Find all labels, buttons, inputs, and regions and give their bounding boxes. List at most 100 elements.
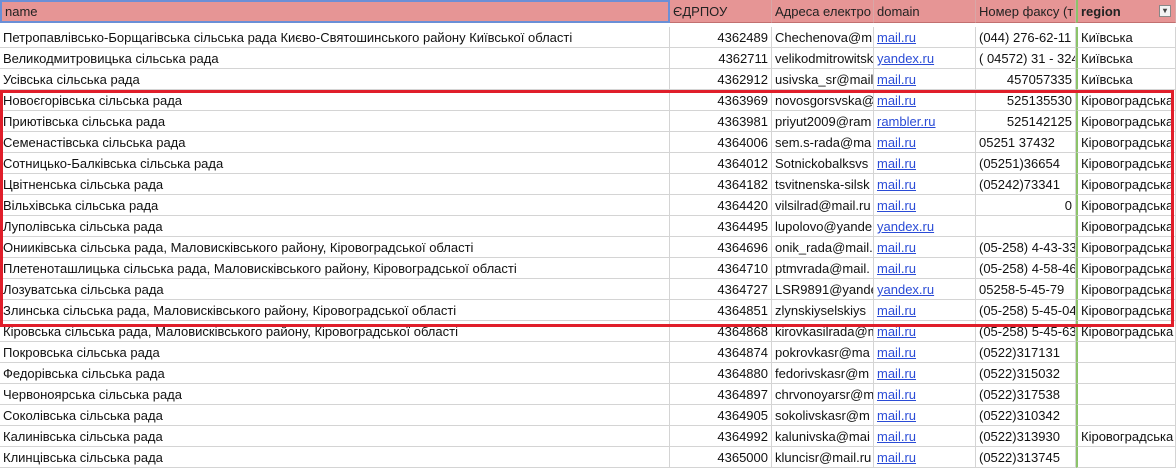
- name-cell[interactable]: Петропавлівсько-Борщагівська сільська ра…: [0, 27, 670, 48]
- edrpou-cell[interactable]: 4364905: [670, 405, 772, 426]
- header-edrpou[interactable]: ЄДРПОУ: [670, 0, 772, 23]
- domain-link[interactable]: mail.ru: [877, 261, 916, 276]
- fax-cell[interactable]: 525135530: [976, 90, 1076, 111]
- email-cell[interactable]: pokrovkasr@ma: [772, 342, 874, 363]
- fax-cell[interactable]: (0522)315032: [976, 363, 1076, 384]
- domain-cell[interactable]: mail.ru: [874, 153, 976, 174]
- edrpou-cell[interactable]: 4364851: [670, 300, 772, 321]
- domain-cell[interactable]: mail.ru: [874, 258, 976, 279]
- fax-cell[interactable]: (0522)317131: [976, 342, 1076, 363]
- email-cell[interactable]: Chechenova@m: [772, 27, 874, 48]
- region-cell[interactable]: Кіровоградська: [1076, 321, 1176, 342]
- name-cell[interactable]: Вільхівська сільська рада: [0, 195, 670, 216]
- email-cell[interactable]: onik_rada@mail.: [772, 237, 874, 258]
- domain-cell[interactable]: mail.ru: [874, 300, 976, 321]
- fax-cell[interactable]: (044) 276-62-11: [976, 27, 1076, 48]
- table-row[interactable]: Калинівська сільська рада 4364992 kalunivs…: [0, 426, 1176, 447]
- fax-cell[interactable]: 05258-5-45-79: [976, 279, 1076, 300]
- edrpou-cell[interactable]: 4365000: [670, 447, 772, 468]
- table-row[interactable]: Новоєгорівська сільська рада 4363969 novos…: [0, 90, 1176, 111]
- fax-cell[interactable]: (05251)36654: [976, 153, 1076, 174]
- domain-link[interactable]: yandex.ru: [877, 282, 934, 297]
- email-cell[interactable]: LSR9891@yande: [772, 279, 874, 300]
- domain-cell[interactable]: yandex.ru: [874, 48, 976, 69]
- edrpou-cell[interactable]: 4363981: [670, 111, 772, 132]
- table-row[interactable]: Семенастівська сільська рада 4364006 sem.s…: [0, 132, 1176, 153]
- domain-link[interactable]: mail.ru: [877, 324, 916, 339]
- email-cell[interactable]: novosgorsvska@: [772, 90, 874, 111]
- name-cell[interactable]: Кіровська сільська рада, Маловисківськог…: [0, 321, 670, 342]
- domain-cell[interactable]: mail.ru: [874, 384, 976, 405]
- region-cell[interactable]: [1076, 384, 1176, 405]
- fax-cell[interactable]: [976, 216, 1076, 237]
- table-row[interactable]: Лозуватська сільська рада 4364727 LSR9891@…: [0, 279, 1176, 300]
- name-cell[interactable]: Покровська сільська рада: [0, 342, 670, 363]
- region-cell[interactable]: Кіровоградська: [1076, 195, 1176, 216]
- email-cell[interactable]: velikodmitrowitsk: [772, 48, 874, 69]
- email-cell[interactable]: sokolivskasr@m: [772, 405, 874, 426]
- fax-cell[interactable]: (0522)310342: [976, 405, 1076, 426]
- region-cell[interactable]: Кіровоградська: [1076, 237, 1176, 258]
- email-cell[interactable]: fedorivskasr@m: [772, 363, 874, 384]
- domain-link[interactable]: rambler.ru: [877, 114, 936, 129]
- edrpou-cell[interactable]: 4364992: [670, 426, 772, 447]
- domain-cell[interactable]: mail.ru: [874, 447, 976, 468]
- table-row[interactable]: Петропавлівсько-Борщагівська сільська ра…: [0, 27, 1176, 48]
- region-cell[interactable]: Київська: [1076, 48, 1176, 69]
- domain-cell[interactable]: mail.ru: [874, 321, 976, 342]
- table-row[interactable]: Цвітненська сільська рада 4364182 tsvitnen…: [0, 174, 1176, 195]
- region-cell[interactable]: Київська: [1076, 27, 1176, 48]
- domain-cell[interactable]: yandex.ru: [874, 216, 976, 237]
- name-cell[interactable]: Федорівська сільська рада: [0, 363, 670, 384]
- region-cell[interactable]: [1076, 405, 1176, 426]
- table-row[interactable]: Клинцівська сільська рада 4365000 kluncisr…: [0, 447, 1176, 468]
- region-cell[interactable]: Кіровоградська: [1076, 279, 1176, 300]
- domain-link[interactable]: mail.ru: [877, 345, 916, 360]
- domain-cell[interactable]: yandex.ru: [874, 279, 976, 300]
- name-cell[interactable]: Великодмитровицька сільська рада: [0, 48, 670, 69]
- fax-cell[interactable]: (0522)317538: [976, 384, 1076, 405]
- edrpou-cell[interactable]: 4362489: [670, 27, 772, 48]
- email-cell[interactable]: kalunivska@mai: [772, 426, 874, 447]
- email-cell[interactable]: priyut2009@ram: [772, 111, 874, 132]
- email-cell[interactable]: kirovkasilrada@m: [772, 321, 874, 342]
- fax-cell[interactable]: (05-258) 4-58-46: [976, 258, 1076, 279]
- domain-link[interactable]: mail.ru: [877, 387, 916, 402]
- region-cell[interactable]: Київська: [1076, 69, 1176, 90]
- region-cell[interactable]: Кіровоградська: [1076, 426, 1176, 447]
- name-cell[interactable]: Приютівська сільська рада: [0, 111, 670, 132]
- table-row[interactable]: Луполівська сільська рада 4364495 lupolovo…: [0, 216, 1176, 237]
- domain-link[interactable]: mail.ru: [877, 450, 916, 465]
- table-row[interactable]: Плетенoташлицька сільська рада, Маловиск…: [0, 258, 1176, 279]
- domain-cell[interactable]: rambler.ru: [874, 111, 976, 132]
- region-cell[interactable]: Кіровоградська: [1076, 111, 1176, 132]
- region-cell[interactable]: [1076, 363, 1176, 384]
- domain-cell[interactable]: mail.ru: [874, 237, 976, 258]
- edrpou-cell[interactable]: 4364495: [670, 216, 772, 237]
- table-row[interactable]: Вільхівська сільська рада 4364420 vilsilra…: [0, 195, 1176, 216]
- header-email[interactable]: Адреса електро: [772, 0, 874, 23]
- table-row[interactable]: Великодмитровицька сільська рада 4362711 v…: [0, 48, 1176, 69]
- header-fax[interactable]: Номер факсу (т: [976, 0, 1076, 23]
- edrpou-cell[interactable]: 4364880: [670, 363, 772, 384]
- region-cell[interactable]: Кіровоградська: [1076, 258, 1176, 279]
- edrpou-cell[interactable]: 4364874: [670, 342, 772, 363]
- edrpou-cell[interactable]: 4364420: [670, 195, 772, 216]
- name-cell[interactable]: Соколівська сільська рада: [0, 405, 670, 426]
- table-row[interactable]: Усівська сільська рада 4362912 usivska_sr@…: [0, 69, 1176, 90]
- edrpou-cell[interactable]: 4364012: [670, 153, 772, 174]
- domain-cell[interactable]: mail.ru: [874, 132, 976, 153]
- fax-cell[interactable]: 05251 37432: [976, 132, 1076, 153]
- region-cell[interactable]: Кіровоградська: [1076, 132, 1176, 153]
- domain-link[interactable]: mail.ru: [877, 240, 916, 255]
- domain-link[interactable]: mail.ru: [877, 303, 916, 318]
- table-row[interactable]: Кіровська сільська рада, Маловисківськог…: [0, 321, 1176, 342]
- name-cell[interactable]: Новоєгорівська сільська рада: [0, 90, 670, 111]
- fax-cell[interactable]: 525142125: [976, 111, 1076, 132]
- table-row[interactable]: Червоноярська сільська рада 4364897 chrvon…: [0, 384, 1176, 405]
- email-cell[interactable]: sem.s-rada@ma: [772, 132, 874, 153]
- table-row[interactable]: Федорівська сільська рада 4364880 fedorivs…: [0, 363, 1176, 384]
- domain-link[interactable]: mail.ru: [877, 135, 916, 150]
- domain-link[interactable]: mail.ru: [877, 429, 916, 444]
- name-cell[interactable]: Клинцівська сільська рада: [0, 447, 670, 468]
